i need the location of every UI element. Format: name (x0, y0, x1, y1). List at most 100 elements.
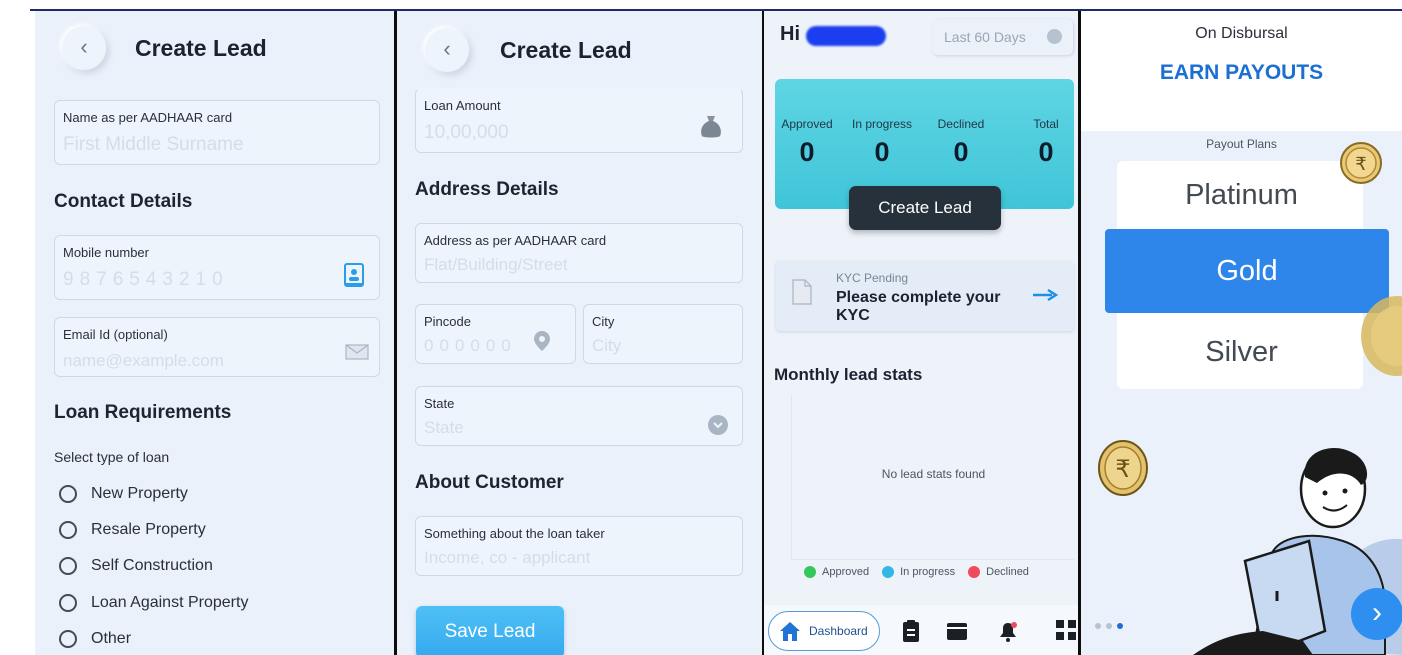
city-field[interactable]: City City (583, 304, 743, 364)
chevron-down-icon[interactable] (707, 414, 729, 436)
chevron-left-icon: ‹ (80, 34, 88, 59)
money-bag-icon (701, 116, 721, 138)
payout-header: On Disbursal EARN PAYOUTS (1081, 11, 1402, 131)
loan-option-label: New Property (91, 485, 188, 502)
home-icon (780, 622, 800, 641)
mobile-field[interactable]: Mobile number 9876543210 (54, 235, 380, 300)
loan-option-resale-property[interactable]: Resale Property (59, 517, 206, 543)
legend-label: Approved (822, 566, 870, 578)
legend-in-progress: In progress (882, 566, 955, 578)
rupee-coin-icon (1361, 296, 1402, 376)
pincode-field-label: Pincode (424, 314, 471, 329)
date-range-value: Last 60 Days (944, 29, 1026, 45)
svg-text:₹: ₹ (1355, 154, 1366, 175)
stat-label: In progress (851, 117, 913, 131)
legend-declined: Declined (968, 566, 1029, 578)
loan-option-new-property[interactable]: New Property (59, 481, 188, 507)
email-field[interactable]: Email Id (optional) name@example.com (54, 317, 380, 377)
contact-book-icon[interactable] (343, 263, 365, 287)
email-field-placeholder: name@example.com (63, 351, 224, 370)
radio-button[interactable] (59, 594, 77, 612)
pager-dot (1095, 623, 1101, 629)
stat-declined: Declined 0 (931, 117, 991, 168)
stat-value: 0 (874, 137, 890, 167)
legend-dot (968, 566, 981, 578)
state-field-placeholder: State (424, 418, 464, 437)
grid-menu-icon[interactable] (1055, 619, 1077, 641)
about-customer-placeholder: Income, co - applicant (424, 548, 591, 567)
address-details-heading: Address Details (415, 179, 559, 200)
clipboard-icon[interactable] (902, 619, 920, 643)
loan-option-other[interactable]: Other (59, 626, 131, 652)
notification-bell-icon[interactable] (996, 619, 1020, 643)
legend-dot (804, 566, 816, 578)
loan-option-label: Loan Against Property (91, 594, 249, 611)
loan-type-label: Select type of loan (54, 449, 170, 465)
payout-plans-screen: On Disbursal EARN PAYOUTS Payout Plans P… (1081, 11, 1402, 655)
create-lead-button[interactable]: Create Lead (849, 186, 1001, 230)
pager-dots (1095, 623, 1128, 629)
earn-payouts-title: EARN PAYOUTS (1159, 61, 1324, 84)
kyc-banner[interactable]: KYC Pending Please complete your KYC (776, 261, 1074, 331)
city-field-placeholder: City (592, 336, 622, 355)
chevron-left-icon: ‹ (443, 36, 451, 61)
address-field[interactable]: Address as per AADHAAR card Flat/Buildin… (415, 223, 743, 283)
save-lead-button[interactable]: Save Lead (416, 606, 564, 655)
radio-button[interactable] (59, 630, 77, 648)
address-field-placeholder: Flat/Building/Street (424, 255, 568, 274)
name-field-placeholder: First Middle Surname (63, 134, 244, 155)
state-select[interactable]: State State (415, 386, 743, 446)
stat-label: Approved (781, 117, 833, 131)
create-lead-screen-1: ‹ Create Lead Name as per AADHAAR card F… (35, 11, 394, 655)
name-field[interactable]: Name as per AADHAAR card First Middle Su… (54, 100, 380, 165)
bottom-navigation: Dashboard (764, 605, 1078, 655)
rupee-coin-icon: ₹ (1340, 142, 1382, 184)
state-field-label: State (424, 396, 455, 411)
stat-value: 0 (953, 137, 969, 167)
legend-approved: Approved (804, 566, 869, 578)
page-title: Create Lead (135, 35, 267, 61)
next-button[interactable]: › (1351, 588, 1402, 640)
mail-icon (345, 344, 369, 360)
radio-button[interactable] (59, 485, 77, 503)
stat-approved: Approved 0 (779, 117, 835, 168)
about-customer-heading: About Customer (415, 472, 564, 493)
legend-dot (882, 566, 895, 578)
loan-requirements-heading: Loan Requirements (54, 402, 232, 423)
legend-label: Declined (986, 566, 1029, 578)
loan-amount-placeholder: 10,00,000 (424, 122, 509, 143)
mobile-field-placeholder: 9876543210 (63, 269, 229, 290)
radio-button[interactable] (59, 521, 77, 539)
about-customer-label: Something about the loan taker (424, 526, 605, 541)
radio-button[interactable] (59, 557, 77, 575)
wallet-icon[interactable] (946, 621, 968, 641)
stat-in-progress: In progress 0 (847, 117, 917, 168)
back-button[interactable]: ‹ (62, 26, 106, 70)
pincode-field[interactable]: Pincode 000000 (415, 304, 576, 364)
loan-option-loan-against-property[interactable]: Loan Against Property (59, 590, 248, 616)
mobile-field-label: Mobile number (63, 245, 149, 260)
date-range-select[interactable]: Last 60 Days (932, 19, 1073, 55)
nav-dashboard[interactable]: Dashboard (768, 611, 880, 651)
loan-option-label: Other (91, 630, 132, 647)
back-button[interactable]: ‹ (425, 28, 469, 72)
on-disbursal-text: On Disbursal (1195, 25, 1288, 42)
svg-text:₹: ₹ (1115, 455, 1130, 483)
greeting: Hi (780, 23, 800, 45)
legend-label: In progress (900, 566, 956, 578)
loan-amount-field[interactable]: Loan Amount 10,00,000 (415, 88, 743, 153)
stat-total: Total 0 (1021, 117, 1071, 168)
loan-option-self-construction[interactable]: Self Construction (59, 553, 213, 579)
kyc-status: KYC Pending (836, 271, 909, 285)
plan-gold-selected[interactable]: Gold (1105, 229, 1389, 313)
pager-dot (1106, 623, 1112, 629)
arrow-right-icon[interactable] (1032, 289, 1058, 301)
stat-value: 0 (799, 137, 815, 167)
email-field-label: Email Id (optional) (63, 327, 168, 342)
redacted-name (806, 26, 886, 46)
location-pin-icon (534, 331, 550, 351)
chart-legend: Approved In progress Declined (804, 566, 1042, 578)
stat-value: 0 (1038, 137, 1054, 167)
name-field-label: Name as per AADHAAR card (63, 110, 233, 125)
about-customer-field[interactable]: Something about the loan taker Income, c… (415, 516, 743, 576)
